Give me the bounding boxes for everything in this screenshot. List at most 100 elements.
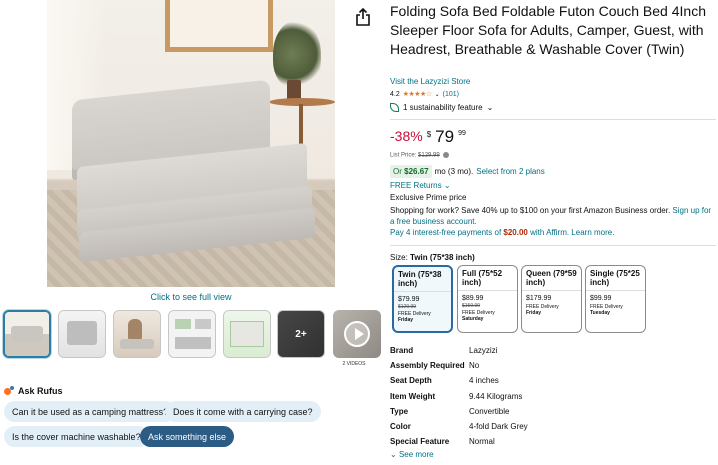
videos-label: 2 VIDEOS <box>342 361 366 367</box>
spec-key: Seat Depth <box>390 376 432 386</box>
product-main-image[interactable] <box>47 0 335 287</box>
rufus-icon <box>4 386 14 396</box>
free-returns-label: FREE Returns <box>390 181 442 190</box>
monthly-payment: Or $26.67 mo (3 mo). Select from 2 plans <box>390 165 545 178</box>
rating-count-link[interactable]: (101) <box>443 91 459 98</box>
size-option-single[interactable]: Single (75*25 inch) $99.99 FREE Delivery… <box>585 265 646 333</box>
see-more-link[interactable]: ⌄ See more <box>390 450 434 459</box>
spec-row: Assembly Required No <box>390 358 716 373</box>
spec-value: 4 inches <box>469 376 499 386</box>
affirm-amount: $20.00 <box>503 228 528 237</box>
spec-row: Brand Lazyzizi <box>390 343 716 358</box>
size-option-name: Queen (79*59 inch) <box>526 269 577 287</box>
spec-key: Special Feature <box>390 437 450 447</box>
plant-pot <box>287 80 301 100</box>
thumbnail-5[interactable] <box>223 310 271 358</box>
rufus-question-chip[interactable]: Is the cover machine washable? <box>4 426 149 447</box>
exclusive-prime-price: Exclusive Prime price <box>390 193 467 202</box>
thumbnail-1[interactable] <box>3 310 51 358</box>
size-option-price: $99.99 <box>590 295 612 302</box>
thumbnail-4[interactable] <box>168 310 216 358</box>
size-option-name: Twin (75*38 inch) <box>398 270 442 288</box>
sustainability-feature[interactable]: 1 sustainability feature ⌄ <box>390 103 493 112</box>
list-price: List Price: $129.99 <box>390 152 450 159</box>
chevron-down-icon: ⌄ <box>443 181 451 190</box>
affirm-offer[interactable]: Pay 4 interest-free payments of $20.00 w… <box>390 228 614 237</box>
monthly-prefix: Or <box>393 167 402 176</box>
divider <box>390 245 716 246</box>
spec-row: Type Convertible <box>390 404 716 419</box>
price-fraction: 99 <box>458 130 466 137</box>
list-price-label: List Price: <box>390 152 417 159</box>
free-returns-link[interactable]: FREE Returns ⌄ <box>390 181 451 190</box>
discount-percent: -38% <box>390 128 423 144</box>
sustainability-label: 1 sustainability feature <box>403 103 483 112</box>
size-selected: Twin (75*38 inch) <box>410 253 475 262</box>
play-icon <box>344 321 370 347</box>
size-option-price: $89.99 <box>462 295 484 302</box>
size-option-price: $179.99 <box>526 295 552 302</box>
monthly-amount: $26.67 <box>404 167 429 176</box>
size-option-twin[interactable]: Twin (75*38 inch) $79.99 $129.99 FREE De… <box>392 265 453 333</box>
share-icon[interactable] <box>355 8 371 26</box>
select-plans-link[interactable]: Select from 2 plans <box>476 167 544 176</box>
divider <box>586 290 645 291</box>
rufus-title: Ask Rufus <box>18 386 63 396</box>
size-option-queen[interactable]: Queen (79*59 inch) $179.99 FREE Delivery… <box>521 265 582 333</box>
info-icon[interactable] <box>443 152 450 158</box>
size-option-name: Single (75*25 inch) <box>590 269 640 287</box>
price-whole: 79 <box>435 127 455 146</box>
see-full-view-link[interactable]: Click to see full view <box>47 292 335 302</box>
size-label: Size: Twin (75*38 inch) <box>390 253 475 262</box>
spec-key: Type <box>390 406 409 416</box>
wall-picture-frame <box>165 0 273 52</box>
spec-row: Special Feature Normal <box>390 434 716 449</box>
see-more-label: See more <box>398 450 434 459</box>
star-rating-icon[interactable]: ★★★★☆ <box>403 90 432 98</box>
spec-row: Item Weight 9.44 Kilograms <box>390 389 716 404</box>
size-option-delivery-day: Friday <box>526 310 542 316</box>
list-price-value: $129.99 <box>418 152 440 159</box>
spec-key: Brand <box>390 346 414 356</box>
thumbnail-2[interactable] <box>58 310 106 358</box>
chevron-down-icon[interactable]: ⌄ <box>435 91 440 98</box>
spec-key: Color <box>390 422 411 432</box>
divider <box>458 290 517 291</box>
rufus-question-chip[interactable]: Does it come with a carrying case? <box>165 401 321 422</box>
size-label-prefix: Size: <box>390 253 408 262</box>
business-offer-text: Shopping for work? Save 40% up to $100 o… <box>390 206 671 215</box>
video-thumbnail[interactable] <box>333 310 381 358</box>
thumbnail-more[interactable]: 2+ <box>277 310 325 358</box>
product-specs: Brand Lazyzizi Assembly Required No Seat… <box>390 343 716 449</box>
rufus-question-chip[interactable]: Can it be used as a camping mattress? <box>4 401 177 422</box>
rating-row: 4.2 ★★★★☆ ⌄ (101) <box>390 90 459 99</box>
chevron-down-icon: ⌄ <box>486 103 494 112</box>
price-currency: $ <box>426 130 432 139</box>
affirm-suffix: with Affirm. Learn more. <box>530 228 615 237</box>
thumbnail-3[interactable] <box>113 310 161 358</box>
rating-value: 4.2 <box>390 90 400 98</box>
size-option-price: $79.99 <box>398 296 420 303</box>
affirm-prefix: Pay 4 interest-free payments of <box>390 228 502 237</box>
spec-key: Assembly Required <box>390 361 465 371</box>
size-option-delivery-day: Tuesday <box>590 310 610 316</box>
store-link[interactable]: Visit the Lazyzizi Store <box>390 77 470 86</box>
price-block: -38% $ 79 99 <box>390 128 466 145</box>
spec-value: 4-fold Dark Grey <box>469 422 528 432</box>
spec-row: Color 4-fold Dark Grey <box>390 419 716 434</box>
spec-value: Lazyzizi <box>469 346 498 356</box>
ask-something-else-button[interactable]: Ask something else <box>140 426 235 447</box>
spec-value: Normal <box>469 437 495 447</box>
size-option-delivery-day: Saturday <box>462 316 484 322</box>
divider <box>522 290 581 291</box>
business-offer: Shopping for work? Save 40% up to $100 o… <box>390 205 716 227</box>
divider <box>390 119 716 120</box>
ask-rufus-header: Ask Rufus <box>4 386 63 396</box>
size-option-orig-price: $129.99 <box>398 304 417 310</box>
size-option-delivery-day: Friday <box>398 317 414 323</box>
size-option-full[interactable]: Full (75*52 inch) $89.99 $159.99 FREE De… <box>457 265 518 333</box>
spec-value: No <box>469 361 480 371</box>
product-title: Folding Sofa Bed Foldable Futon Couch Be… <box>390 3 706 57</box>
spec-value: Convertible <box>469 406 510 416</box>
size-option-orig-price: $159.99 <box>462 303 481 309</box>
